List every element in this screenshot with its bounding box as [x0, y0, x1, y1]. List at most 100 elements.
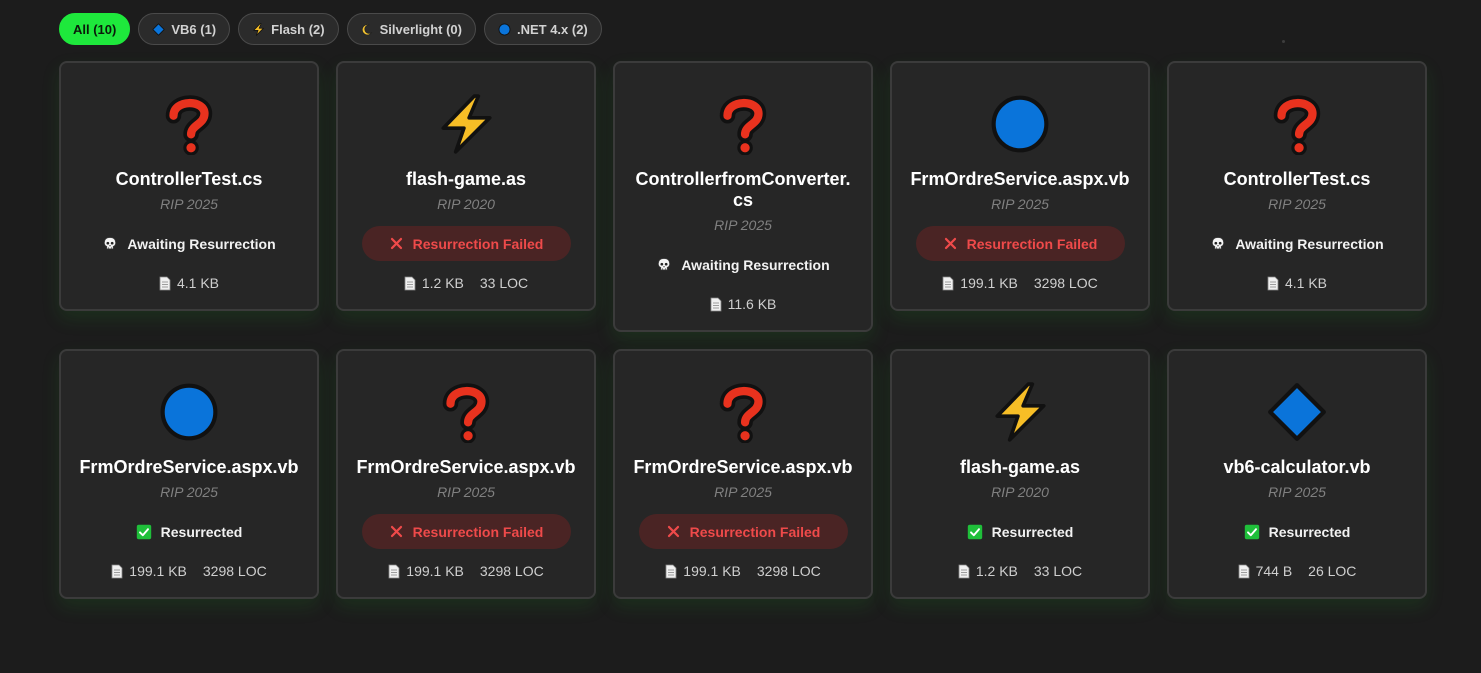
filter-chip-silverlight[interactable]: Silverlight (0) — [346, 13, 476, 45]
cross-icon — [389, 236, 404, 251]
file-card[interactable]: flash-game.as RIP 2020 Resurrection Failed… — [336, 61, 596, 311]
file-size-value: 4.1 KB — [1284, 275, 1328, 291]
file-name: ControllerTest.cs — [1223, 169, 1371, 189]
file-icon — [710, 297, 722, 312]
file-icon — [665, 564, 677, 579]
status-badge: Resurrection Failed — [915, 226, 1125, 261]
rip-year: RIP 2025 — [160, 484, 218, 500]
file-name: FrmOrdreService.aspx.vb — [633, 457, 853, 477]
rip-year: RIP 2025 — [991, 196, 1049, 212]
diamond-icon — [152, 22, 165, 36]
file-name: FrmOrdreService.aspx.vb — [910, 169, 1130, 189]
moon-icon — [361, 23, 374, 36]
filter-chip-label: Silverlight (0) — [379, 21, 462, 37]
filter-chip-all[interactable]: All (10) — [59, 13, 131, 45]
status-label: Awaiting Resurrection — [1235, 235, 1384, 252]
file-meta: 4.1 KB — [159, 275, 219, 291]
rip-year: RIP 2020 — [991, 484, 1049, 500]
blue-circle-icon — [158, 381, 220, 443]
status-label: Awaiting Resurrection — [127, 235, 276, 252]
file-name: FrmOrdreService.aspx.vb — [79, 457, 299, 477]
rip-year: RIP 2025 — [714, 217, 772, 233]
file-meta: 4.1 KB — [1267, 275, 1327, 291]
line-count: 26 LOC — [1308, 563, 1357, 579]
question-icon — [158, 93, 220, 155]
file-size: 199.1 KB — [665, 563, 741, 579]
question-icon — [1266, 93, 1328, 155]
file-size: 199.1 KB — [111, 563, 187, 579]
status-label: Resurrected — [1268, 523, 1351, 540]
question-icon — [712, 93, 774, 155]
filter-chip-flash[interactable]: Flash (2) — [238, 13, 339, 45]
file-name: FrmOrdreService.aspx.vb — [356, 457, 576, 477]
blue-circle-icon — [498, 23, 511, 36]
file-size: 11.6 KB — [710, 296, 777, 312]
file-card[interactable]: FrmOrdreService.aspx.vb RIP 2025 Resurrect… — [613, 349, 873, 599]
file-icon — [111, 564, 123, 579]
file-size-value: 4.1 KB — [176, 275, 220, 291]
line-count: 3298 LOC — [479, 563, 544, 579]
status-badge: Resurrection Failed — [361, 226, 571, 261]
line-count: 33 LOC — [1033, 563, 1083, 579]
file-icon — [1267, 276, 1279, 291]
check-icon — [1244, 524, 1260, 540]
file-card[interactable]: ControllerfromConverter.cs RIP 2025 Awaiti… — [613, 61, 873, 332]
lightning-icon — [252, 22, 265, 36]
filter-chip-net-4-x[interactable]: .NET 4.x (2) — [483, 13, 602, 45]
line-count: 3298 LOC — [1033, 275, 1098, 291]
file-card[interactable]: FrmOrdreService.aspx.vb RIP 2025 Resurrect… — [890, 61, 1150, 311]
file-meta: 1.2 KB 33 LOC — [958, 563, 1082, 579]
file-name: flash-game.as — [959, 457, 1081, 477]
status-label: Resurrected — [991, 523, 1074, 540]
filter-chip-vb6[interactable]: VB6 (1) — [138, 13, 231, 45]
filter-chip-label: .NET 4.x (2) — [516, 21, 588, 37]
filter-chip-label: VB6 (1) — [171, 21, 217, 37]
status-badge: Resurrected — [136, 514, 242, 549]
file-size: 199.1 KB — [388, 563, 464, 579]
file-size-value: 1.2 KB — [975, 563, 1018, 579]
status-badge: Resurrection Failed — [638, 514, 848, 549]
line-count: 33 LOC — [479, 275, 529, 291]
status-badge: Resurrected — [1244, 514, 1351, 549]
file-size-value: 744 B — [1255, 563, 1293, 579]
rip-year: RIP 2025 — [714, 484, 772, 500]
lightning-icon — [435, 93, 497, 155]
file-size-value: 199.1 KB — [129, 563, 187, 579]
filter-chip-label: Flash (2) — [271, 21, 325, 37]
file-card[interactable]: ControllerTest.cs RIP 2025 Awaiting Resurr… — [59, 61, 319, 311]
file-size-value: 199.1 KB — [406, 563, 464, 579]
file-card[interactable]: FrmOrdreService.aspx.vb RIP 2025 Resurrect… — [336, 349, 596, 599]
file-size: 199.1 KB — [942, 275, 1018, 291]
file-icon — [388, 564, 400, 579]
file-size: 4.1 KB — [1267, 275, 1327, 291]
status-label: Awaiting Resurrection — [681, 256, 830, 273]
file-icon — [942, 276, 954, 291]
file-meta: 199.1 KB 3298 LOC — [388, 563, 544, 579]
status-badge: Resurrection Failed — [361, 514, 571, 549]
status-badge: Awaiting Resurrection — [656, 247, 830, 282]
file-card-grid: ControllerTest.cs RIP 2025 Awaiting Resurr… — [59, 61, 1427, 599]
lightning-icon — [989, 381, 1051, 443]
file-size-value: 11.6 KB — [727, 296, 777, 312]
file-name: flash-game.as — [405, 169, 527, 189]
file-card[interactable]: vb6-calculator.vb RIP 2025 Resurrected 744 … — [1167, 349, 1427, 599]
skull-icon — [102, 236, 118, 252]
file-card[interactable]: FrmOrdreService.aspx.vb RIP 2025 Resurrect… — [59, 349, 319, 599]
file-card[interactable]: flash-game.as RIP 2020 Resurrected 1.2 KB 33… — [890, 349, 1150, 599]
status-label: Resurrection Failed — [412, 523, 544, 540]
skull-icon — [1210, 236, 1226, 252]
file-meta: 11.6 KB — [710, 296, 777, 312]
decorative-dot — [1282, 40, 1285, 43]
blue-circle-icon — [989, 93, 1051, 155]
rip-year: RIP 2025 — [1268, 484, 1326, 500]
check-icon — [136, 524, 152, 540]
skull-icon — [656, 257, 672, 273]
file-icon — [159, 276, 171, 291]
file-card[interactable]: ControllerTest.cs RIP 2025 Awaiting Resurr… — [1167, 61, 1427, 311]
diamond-icon — [1266, 381, 1328, 443]
rip-year: RIP 2020 — [437, 196, 495, 212]
file-icon — [404, 276, 416, 291]
file-size-value: 199.1 KB — [960, 275, 1018, 291]
file-name: ControllerfromConverter.cs — [635, 169, 851, 210]
status-label: Resurrection Failed — [966, 235, 1098, 252]
